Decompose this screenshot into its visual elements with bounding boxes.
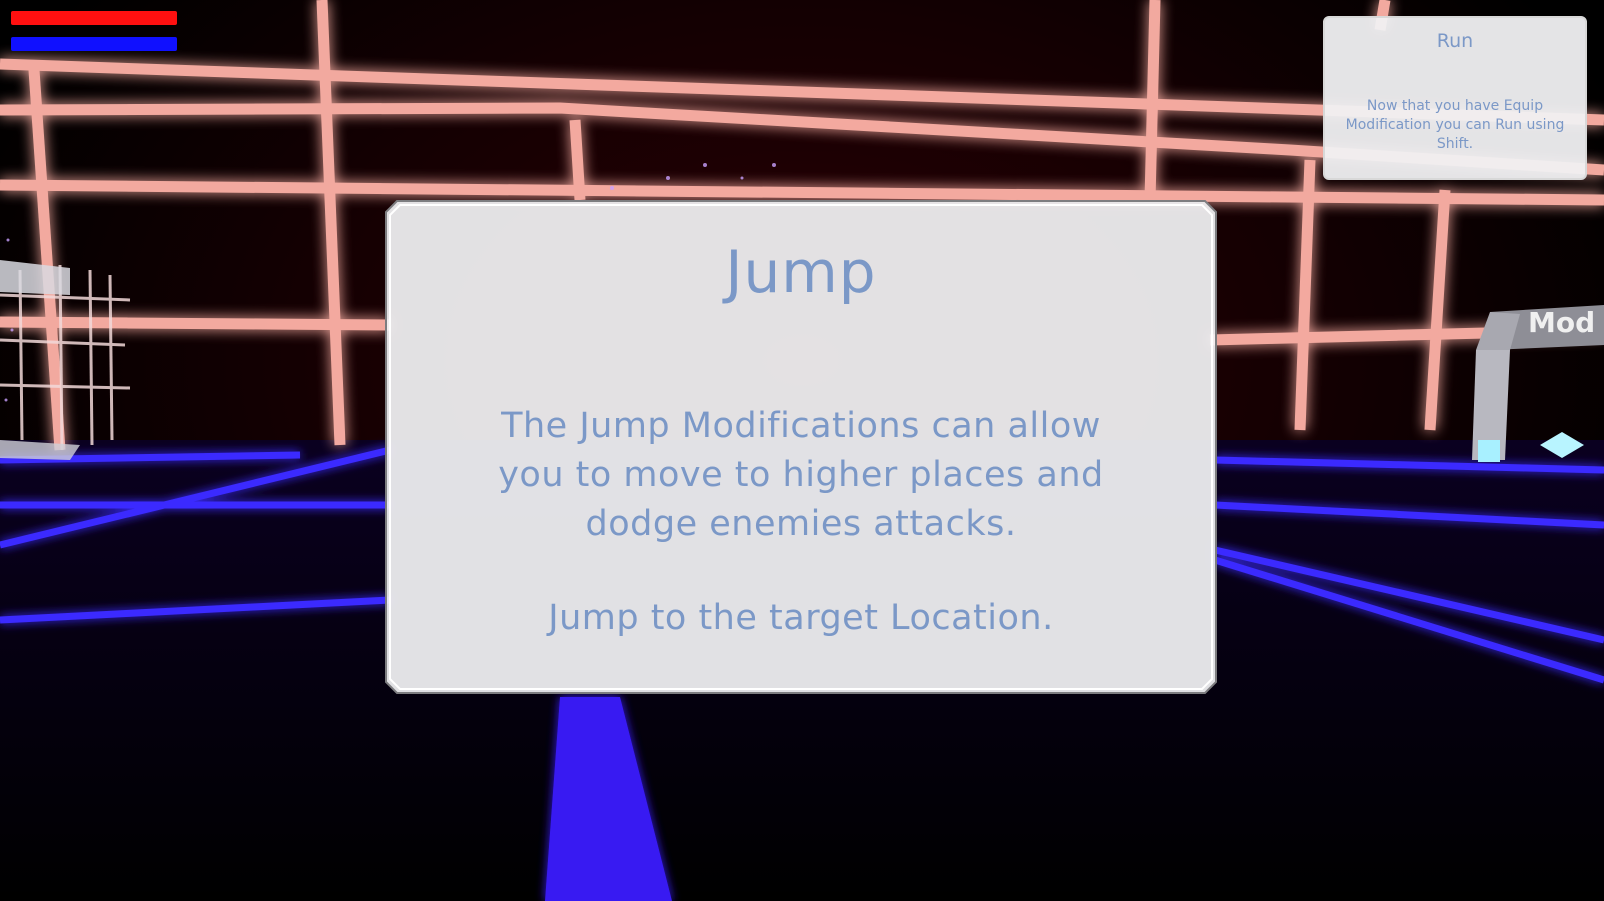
notification-card: Run Now that you have Equip Modification… (1323, 16, 1587, 180)
tutorial-body: The Jump Modifications can allow you to … (498, 406, 1104, 544)
health-bar (11, 11, 177, 25)
energy-bar (11, 37, 177, 51)
tutorial-instruction: Jump to the target Location. (548, 598, 1054, 638)
world-sign-label: Mod (1528, 306, 1596, 339)
notification-title: Run (1436, 30, 1474, 52)
game-viewport[interactable]: Mod Run Now that you have Equip Modifica… (0, 0, 1604, 901)
tutorial-title: Jump (725, 238, 877, 306)
notification-body: Now that you have Equip Modification you… (1345, 98, 1565, 152)
tutorial-dialog[interactable]: Jump The Jump Modifications can allow yo… (385, 200, 1217, 694)
